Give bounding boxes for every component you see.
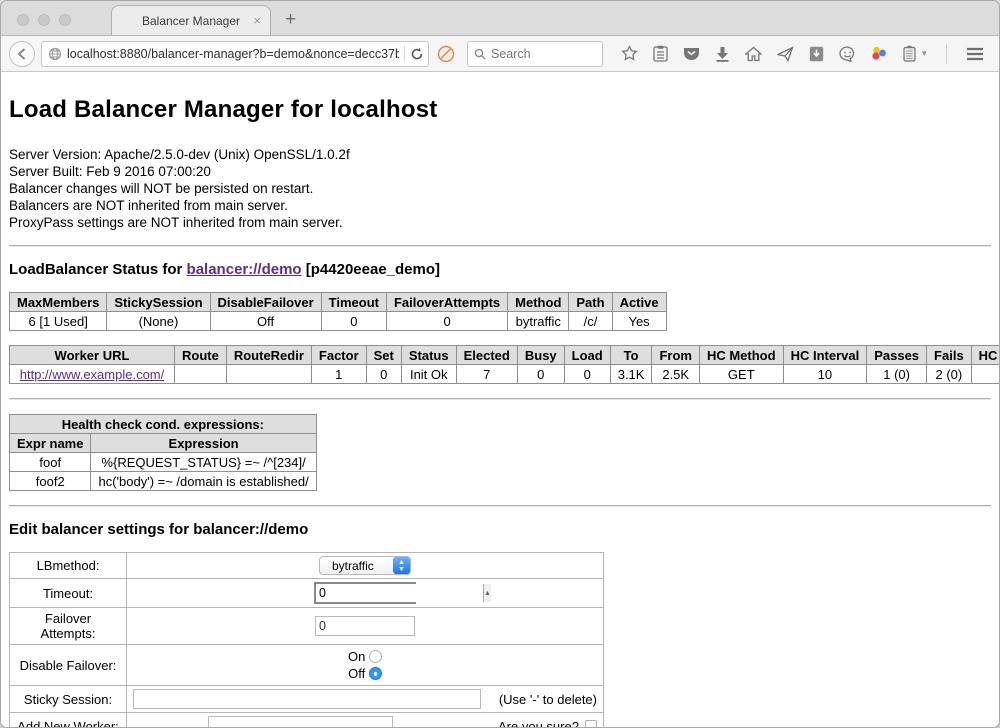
disable-failover-label: Disable Failover: (10, 645, 127, 686)
failover-attempts-row: Failover Attempts: (10, 608, 604, 645)
back-button[interactable] (9, 41, 35, 67)
off-label: Off (348, 666, 365, 681)
add-worker-label: Add New Worker: (10, 713, 127, 728)
lbmethod-row: LBmethod: bytraffic ▲▼ (10, 553, 604, 579)
battery-extension-icon[interactable] (903, 45, 916, 62)
proxypass-notice-line: ProxyPass settings are NOT inherited fro… (9, 214, 991, 231)
globe-icon (48, 47, 62, 61)
search-input[interactable] (491, 47, 596, 61)
disable-failover-row: Disable Failover: On Off (10, 645, 604, 686)
health-check-title-row: Health check cond. expressions: (10, 415, 317, 434)
loadbalancer-status-heading: LoadBalancer Status for balancer://demo … (9, 261, 991, 278)
navigation-toolbar: ▾ (1, 36, 999, 72)
sticky-session-label: Sticky Session: (10, 686, 127, 713)
reload-icon[interactable] (410, 47, 424, 61)
url-input[interactable] (67, 47, 399, 61)
server-version-line: Server Version: Apache/2.5.0-dev (Unix) … (9, 146, 991, 163)
failover-on-radio[interactable] (369, 650, 382, 663)
select-stepper-icon: ▲▼ (393, 557, 410, 574)
browser-window: Balancer Manager × + (0, 0, 1000, 728)
server-built-line: Server Built: Feb 9 2016 07:00:20 (9, 163, 991, 180)
timeout-input-wrap: ▲ (314, 582, 416, 604)
server-info: Server Version: Apache/2.5.0-dev (Unix) … (9, 146, 991, 231)
worker-status-table: Worker URL Route RouteRedir Factor Set S… (9, 345, 999, 384)
bookmark-star-icon[interactable] (621, 45, 638, 62)
page-title: Load Balancer Manager for localhost (9, 96, 991, 124)
sticky-session-row: Sticky Session: (Use '-' to delete) (10, 686, 604, 713)
health-check-table: Health check cond. expressions: Expr nam… (9, 414, 317, 491)
failover-attempts-label: Failover Attempts: (10, 608, 127, 645)
tab-bar: Balancer Manager × + (1, 1, 999, 36)
add-worker-row: Add New Worker: Are you sure? (10, 713, 604, 728)
edit-balancer-form: LBmethod: bytraffic ▲▼ Timeout: ▲ (9, 552, 604, 728)
failover-attempts-input[interactable] (315, 616, 415, 636)
are-you-sure-checkbox[interactable] (585, 720, 597, 728)
lbmethod-select[interactable]: bytraffic ▲▼ (319, 556, 411, 575)
sticky-session-input[interactable] (133, 689, 481, 709)
back-arrow-icon (15, 47, 29, 61)
tab-balancer-manager[interactable]: Balancer Manager × (111, 5, 271, 35)
table-header-row: Expr name Expression (10, 434, 317, 453)
persist-notice-line: Balancer changes will NOT be persisted o… (9, 180, 991, 197)
expression-row: foof %{REQUEST_STATUS} =~ /^[234]/ (10, 453, 317, 472)
new-tab-button[interactable]: + (285, 9, 296, 31)
divider (9, 505, 991, 507)
page-content: Load Balancer Manager for localhost Serv… (1, 72, 999, 728)
lbmethod-label: LBmethod: (10, 553, 127, 579)
add-worker-input[interactable] (208, 716, 393, 728)
number-spinner-icon[interactable]: ▲ (483, 584, 491, 602)
home-icon[interactable] (745, 46, 762, 62)
toolbar-icons: ▾ (621, 44, 1000, 64)
table-header-row: MaxMembers StickySession DisableFailover… (10, 293, 667, 312)
zoom-window-button[interactable] (59, 14, 71, 26)
divider (9, 245, 991, 247)
close-window-button[interactable] (17, 14, 29, 26)
send-tab-icon[interactable] (777, 46, 794, 62)
timeout-row: Timeout: ▲ (10, 579, 604, 608)
tab-title: Balancer Manager (142, 14, 240, 28)
search-bar[interactable] (467, 41, 603, 67)
save-page-icon[interactable] (809, 46, 824, 62)
downloads-icon[interactable] (715, 46, 730, 62)
url-bar[interactable] (41, 41, 429, 67)
overflow-caret-icon[interactable]: ▾ (922, 48, 927, 59)
balancer-demo-link[interactable]: balancer://demo (187, 261, 302, 278)
worker-url-link[interactable]: http://www.example.com/ (20, 367, 165, 382)
timeout-input[interactable] (316, 584, 483, 602)
worker-row: http://www.example.com/ 1 0 Init Ok 7 0 … (10, 365, 1000, 384)
reading-list-icon[interactable] (653, 45, 668, 62)
sticky-session-hint: (Use '-' to delete) (499, 692, 597, 707)
window-controls[interactable] (17, 14, 71, 26)
are-you-sure-label: Are you sure? (498, 719, 579, 728)
close-tab-icon[interactable]: × (253, 13, 261, 28)
pocket-icon[interactable] (683, 46, 700, 62)
timeout-label: Timeout: (10, 579, 127, 608)
block-content-icon[interactable] (437, 45, 455, 63)
inherit-notice-line: Balancers are NOT inherited from main se… (9, 197, 991, 214)
balancer-status-table: MaxMembers StickySession DisableFailover… (9, 292, 667, 331)
on-label: On (348, 649, 365, 664)
search-icon (474, 48, 486, 60)
expression-row: foof2 hc('body') =~ /domain is establish… (10, 472, 317, 491)
chat-smiley-icon[interactable] (839, 46, 856, 62)
table-header-row: Worker URL Route RouteRedir Factor Set S… (10, 346, 1000, 365)
menu-hamburger-icon[interactable] (966, 47, 984, 61)
extension-colored-dots-icon[interactable] (871, 45, 888, 62)
minimize-window-button[interactable] (38, 14, 50, 26)
edit-balancer-heading: Edit balancer settings for balancer://de… (9, 521, 991, 538)
failover-off-radio[interactable] (369, 667, 382, 680)
table-row: 6 [1 Used] (None) Off 0 0 bytraffic /c/ … (10, 312, 667, 331)
divider (9, 398, 991, 400)
